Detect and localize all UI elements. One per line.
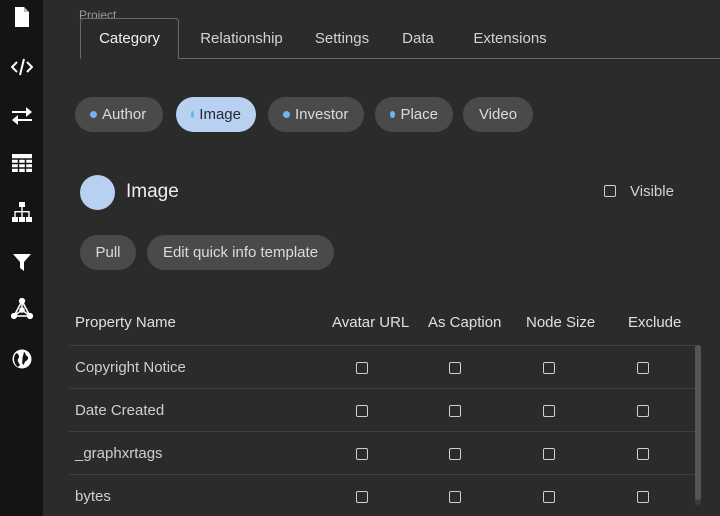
code-icon[interactable] (11, 56, 33, 78)
tab-relationship[interactable]: Relationship (183, 18, 300, 59)
as-caption-checkbox[interactable] (449, 362, 461, 374)
table-icon[interactable] (11, 152, 33, 174)
tab-extensions[interactable]: Extensions (463, 18, 557, 59)
property-name: Date Created (75, 402, 165, 419)
category-chip-label: Video (478, 106, 518, 123)
table-scrollbar[interactable] (695, 345, 701, 505)
hierarchy-icon[interactable] (11, 201, 33, 223)
category-chip-label: Image (199, 106, 241, 123)
column-header-exclude: Exclude (628, 314, 682, 331)
category-chip-investor[interactable]: Investor (268, 97, 364, 132)
category-chip-video[interactable]: Video (463, 97, 533, 132)
avatar-url-checkbox[interactable] (356, 448, 368, 460)
edit-quick-info-template-button[interactable]: Edit quick info template (147, 235, 334, 270)
node-size-checkbox[interactable] (543, 491, 555, 503)
tab-settings[interactable]: Settings (305, 18, 379, 59)
node-size-checkbox[interactable] (543, 405, 555, 417)
file-icon[interactable] (11, 6, 33, 28)
as-caption-checkbox[interactable] (449, 448, 461, 460)
property-name: _graphxrtags (75, 445, 163, 462)
column-header-node-size: Node Size (526, 314, 596, 331)
table-row: Date Created (69, 388, 696, 431)
avatar-url-checkbox[interactable] (356, 405, 368, 417)
visible-label: Visible (630, 183, 674, 200)
column-header-as-caption: As Caption (428, 314, 502, 331)
exclude-checkbox[interactable] (637, 405, 649, 417)
table-row: bytes (69, 474, 696, 516)
column-header-avatar-url: Avatar URL (332, 314, 410, 331)
node-size-checkbox[interactable] (543, 448, 555, 460)
category-color-dot (90, 111, 97, 118)
node-size-checkbox[interactable] (543, 362, 555, 374)
table-row: _graphxrtags (69, 431, 696, 474)
category-chip-label: Author (102, 106, 147, 123)
property-name: bytes (75, 488, 111, 505)
visible-checkbox[interactable] (604, 185, 616, 197)
tab-category[interactable]: Category (80, 18, 179, 59)
tab-data[interactable]: Data (391, 18, 445, 59)
category-color-dot (390, 111, 396, 118)
pull-button[interactable]: Pull (80, 235, 136, 270)
exclude-checkbox[interactable] (637, 491, 649, 503)
exclude-checkbox[interactable] (637, 448, 649, 460)
exclude-checkbox[interactable] (637, 362, 649, 374)
category-title: Image (126, 181, 179, 202)
swap-arrows-icon[interactable] (11, 105, 33, 127)
category-chip-label: Investor (295, 106, 349, 123)
avatar-url-checkbox[interactable] (356, 491, 368, 503)
category-chip-image[interactable]: Image (176, 97, 256, 132)
scrollbar-thumb[interactable] (695, 345, 701, 500)
category-chip-author[interactable]: Author (75, 97, 163, 132)
filter-icon[interactable] (11, 251, 33, 273)
as-caption-checkbox[interactable] (449, 405, 461, 417)
table-row: Copyright Notice (69, 345, 696, 388)
column-header-property-name: Property Name (75, 314, 176, 331)
property-name: Copyright Notice (75, 359, 186, 376)
category-chip-label: Place (400, 106, 438, 123)
as-caption-checkbox[interactable] (449, 491, 461, 503)
category-color-dot (191, 111, 195, 118)
category-chip-place[interactable]: Place (375, 97, 453, 132)
main-panel: Project Category Relationship Settings D… (43, 0, 720, 516)
globe-icon[interactable] (11, 348, 33, 370)
graph-network-icon[interactable] (11, 298, 33, 320)
avatar-url-checkbox[interactable] (356, 362, 368, 374)
category-color-swatch[interactable] (80, 175, 115, 210)
sidebar (0, 0, 43, 516)
category-color-dot (283, 111, 290, 118)
